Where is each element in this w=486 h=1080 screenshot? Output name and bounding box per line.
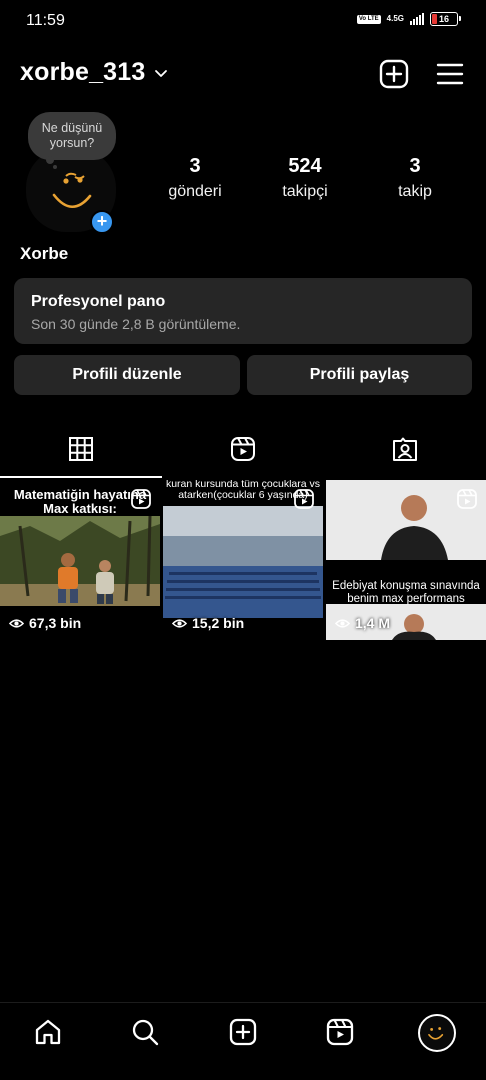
tab-grid[interactable] <box>0 420 162 478</box>
username: xorbe_313 <box>20 58 146 86</box>
share-profile-button[interactable]: Profili paylaş <box>247 355 472 395</box>
eye-icon <box>9 618 24 628</box>
active-tab-indicator <box>0 476 162 478</box>
post-views-value: 67,3 bin <box>29 615 82 631</box>
reels-icon <box>231 437 255 461</box>
stat-following-label: takip <box>398 183 432 200</box>
post-image <box>163 506 323 618</box>
stat-followers-value: 524 <box>288 155 322 177</box>
post-views-value: 15,2 bin <box>192 615 245 631</box>
plus-square-icon <box>379 59 409 89</box>
battery-level: 16 <box>438 14 449 24</box>
menu-button[interactable] <box>434 58 466 90</box>
note-bubble[interactable]: Ne düşünü yorsun? <box>28 112 116 160</box>
professional-dashboard-card[interactable]: Profesyonel pano Son 30 günde 2,8 B görü… <box>14 278 472 344</box>
volte-badge: Vo LTE <box>356 14 381 24</box>
pro-dashboard-title: Profesyonel pano <box>31 293 166 310</box>
tagged-icon <box>393 437 417 461</box>
signal-icon <box>410 13 424 25</box>
bottom-navigation <box>0 1002 486 1080</box>
nav-home[interactable] <box>33 1017 63 1047</box>
status-indicators: Vo LTE 4.5G 16 <box>356 12 461 26</box>
nav-create[interactable] <box>228 1017 258 1047</box>
reel-badge-icon <box>294 489 314 509</box>
eye-icon <box>172 618 187 628</box>
chevron-down-icon <box>154 58 168 87</box>
reel-badge-icon <box>457 489 477 509</box>
post-view-count: 1,4 M <box>335 615 390 631</box>
account-switcher[interactable]: xorbe_313 <box>20 58 168 87</box>
create-button[interactable] <box>378 58 410 90</box>
stat-followers[interactable]: 524 takipçi <box>270 155 340 201</box>
battery-icon: 16 <box>430 12 461 26</box>
eye-icon <box>335 618 350 628</box>
nav-search[interactable] <box>130 1017 160 1047</box>
pro-dashboard-subtitle: Son 30 günde 2,8 B görüntüleme. <box>31 316 241 332</box>
reels-icon <box>326 1018 354 1046</box>
display-name: Xorbe <box>20 244 69 263</box>
nav-profile-avatar[interactable] <box>418 1014 456 1052</box>
profile-tabs <box>0 420 486 478</box>
add-story-button[interactable]: + <box>90 210 114 234</box>
status-bar: 11:59 Vo LTE 4.5G 16 <box>0 0 486 44</box>
tab-tagged[interactable] <box>324 420 486 478</box>
stat-posts-label: gönderi <box>168 183 222 200</box>
reel-badge-icon <box>131 489 151 509</box>
post-view-count: 15,2 bin <box>172 615 244 631</box>
plus-square-icon <box>229 1018 257 1046</box>
post-grid: Matematiğin hayatına Max katkısı: 67,3 b… <box>0 480 486 640</box>
stat-following-value: 3 <box>409 155 421 177</box>
stat-posts-value: 3 <box>189 155 201 177</box>
note-bubble-tail <box>46 156 54 164</box>
post-image <box>0 516 160 606</box>
hamburger-menu-icon <box>436 63 464 85</box>
edit-profile-button[interactable]: Profili düzenle <box>14 355 240 395</box>
stat-posts[interactable]: 3 gönderi <box>160 155 230 201</box>
stat-following[interactable]: 3 takip <box>380 155 450 201</box>
network-type: 4.5G <box>386 14 404 23</box>
post-thumbnail[interactable]: kuran kursunda tüm çocuklara vs atarken(… <box>163 480 323 640</box>
post-caption: Edebiyat konuşma sınavında benim max per… <box>332 580 480 605</box>
avatar <box>428 1027 444 1040</box>
nav-reels[interactable] <box>325 1017 355 1047</box>
post-thumbnail[interactable]: Matematiğin hayatına Max katkısı: 67,3 b… <box>0 480 160 640</box>
search-icon <box>132 1019 159 1046</box>
tab-reels[interactable] <box>162 420 324 478</box>
post-view-count: 67,3 bin <box>9 615 81 631</box>
home-icon <box>35 1019 61 1045</box>
status-time: 11:59 <box>26 12 65 29</box>
profile-header: xorbe_313 <box>20 56 466 94</box>
grid-icon <box>69 437 93 461</box>
post-thumbnail[interactable]: Edebiyat konuşma sınavında benim max per… <box>326 480 486 640</box>
stat-followers-label: takipçi <box>282 183 328 200</box>
post-views-value: 1,4 M <box>355 615 391 631</box>
note-bubble-tail-small <box>53 165 57 169</box>
